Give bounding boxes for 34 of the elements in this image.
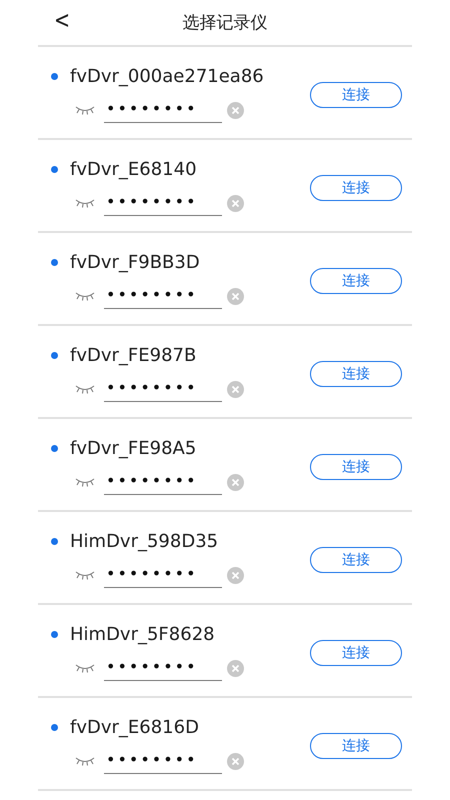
connect-button[interactable]: 连接: [310, 732, 402, 758]
device-name: fvDvr_FE987B: [70, 345, 196, 366]
device-name: fvDvr_E6816D: [70, 717, 199, 738]
closed-eye-icon[interactable]: [75, 105, 95, 115]
closed-eye-icon[interactable]: [75, 384, 95, 394]
device-name: HimDvr_5F8628: [70, 624, 215, 645]
back-button[interactable]: <: [50, 6, 74, 34]
status-dot-icon: [51, 166, 58, 173]
device-name: fvDvr_000ae271ea86: [70, 66, 264, 87]
closed-eye-icon[interactable]: [75, 756, 95, 766]
connect-button[interactable]: 连接: [310, 640, 402, 666]
status-dot-icon: [51, 538, 58, 545]
status-dot-icon: [51, 352, 58, 359]
closed-eye-icon[interactable]: [75, 477, 95, 487]
connect-button[interactable]: 连接: [310, 454, 402, 480]
connect-button[interactable]: 连接: [310, 546, 402, 572]
closed-eye-icon[interactable]: [75, 663, 95, 673]
status-dot-icon: [51, 631, 58, 638]
device-name: HimDvr_598D35: [70, 531, 218, 552]
status-dot-icon: [51, 724, 58, 731]
closed-eye-icon[interactable]: [75, 570, 95, 580]
connect-button[interactable]: 连接: [310, 360, 402, 386]
device-name: fvDvr_E68140: [70, 159, 197, 180]
status-dot-icon: [51, 73, 58, 80]
closed-eye-icon[interactable]: [75, 198, 95, 208]
device-name: fvDvr_FE98A5: [70, 438, 196, 459]
connect-button[interactable]: 连接: [310, 174, 402, 200]
connect-button[interactable]: 连接: [310, 82, 402, 108]
closed-eye-icon[interactable]: [75, 291, 95, 301]
device-name: fvDvr_F9BB3D: [70, 252, 200, 273]
page-title: 选择记录仪: [182, 12, 268, 34]
connect-button[interactable]: 连接: [310, 268, 402, 294]
status-dot-icon: [51, 445, 58, 452]
status-dot-icon: [51, 259, 58, 266]
